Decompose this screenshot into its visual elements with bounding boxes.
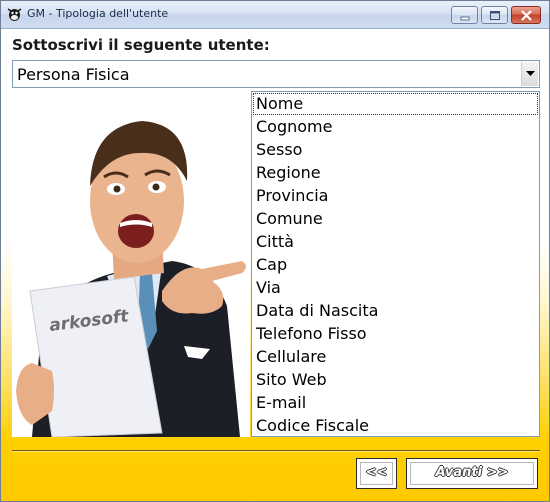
list-item[interactable]: Sito Web xyxy=(253,369,538,391)
close-button[interactable] xyxy=(511,6,541,24)
list-item[interactable]: Nome xyxy=(253,93,538,115)
list-item[interactable]: Cognome xyxy=(253,116,538,138)
dialog-window: GM - Tipologia dell'utente Sottoscrivi i… xyxy=(0,0,550,502)
minimize-icon xyxy=(460,16,470,21)
next-button[interactable]: Avanti >> xyxy=(406,458,538,489)
list-item[interactable]: Via xyxy=(253,277,538,299)
list-item[interactable]: Regione xyxy=(253,162,538,184)
back-button-label: << xyxy=(365,465,388,480)
fields-listbox[interactable]: Nome Cognome Sesso Regione Provincia Comune Ci… xyxy=(251,91,540,437)
window-title: GM - Tipologia dell'utente xyxy=(27,7,169,20)
subscribe-prompt: Sottoscrivi il seguente utente: xyxy=(12,36,270,54)
title-bar[interactable]: GM - Tipologia dell'utente xyxy=(1,1,549,29)
list-item[interactable]: Provincia xyxy=(253,185,538,207)
list-item[interactable]: Data di Nascita xyxy=(253,300,538,322)
dropdown-button[interactable] xyxy=(521,62,538,86)
list-item[interactable]: Sesso xyxy=(253,139,538,161)
chevron-down-icon xyxy=(526,71,535,76)
maximize-icon xyxy=(490,11,500,20)
footer-separator xyxy=(12,450,540,452)
list-item[interactable]: Comune xyxy=(253,208,538,230)
list-item[interactable]: Telefono Fisso xyxy=(253,323,538,345)
businessman-photo: arkosoft xyxy=(12,91,250,437)
cow-icon[interactable] xyxy=(7,6,22,22)
list-item[interactable]: Cellulare xyxy=(253,346,538,368)
back-button[interactable]: << xyxy=(356,458,397,489)
next-button-label: Avanti >> xyxy=(435,465,509,480)
close-icon xyxy=(521,10,532,21)
minimize-button[interactable] xyxy=(451,6,478,24)
user-type-value: Persona Fisica xyxy=(17,65,130,84)
maximize-button[interactable] xyxy=(481,6,508,24)
list-item[interactable]: E-mail xyxy=(253,392,538,414)
user-type-select[interactable]: Persona Fisica xyxy=(12,60,540,88)
list-item[interactable]: Codice Fiscale xyxy=(253,415,538,436)
list-item[interactable]: Città xyxy=(253,231,538,253)
list-item[interactable]: Cap xyxy=(253,254,538,276)
